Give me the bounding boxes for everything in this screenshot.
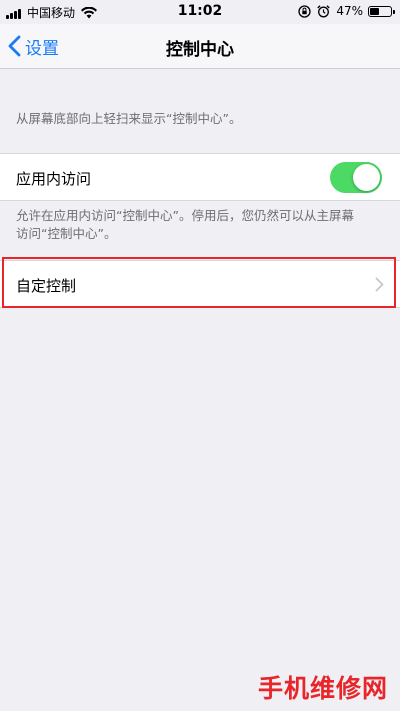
watermark: 手机维修网: [257, 674, 388, 703]
status-bar: 中国移动 11:02 47%: [0, 0, 400, 24]
in-app-note-line-2: 访问“控制中心”。: [16, 226, 117, 241]
alarm-icon: [317, 4, 331, 18]
highlight-box: [2, 257, 396, 308]
toggle-knob: [353, 164, 380, 191]
in-app-access-cell: 应用内访问: [0, 153, 400, 201]
intro-note: 从屏幕底部向上轻扫来显示“控制中心”。: [16, 111, 242, 126]
nav-bar: 设置 控制中心: [0, 24, 400, 69]
battery-percent: 47%: [336, 4, 363, 18]
in-app-note-line-1: 允许在应用内访问“控制中心”。停用后，您仍然可以从主屏幕: [16, 208, 354, 223]
in-app-note: 允许在应用内访问“控制中心”。停用后，您仍然可以从主屏幕 访问“控制中心”。: [16, 207, 354, 243]
battery-icon: [368, 5, 395, 17]
status-right: 47%: [298, 4, 395, 18]
page-title: 控制中心: [166, 40, 234, 60]
in-app-access-toggle[interactable]: [330, 162, 382, 193]
in-app-access-label: 应用内访问: [16, 170, 92, 188]
rotation-lock-icon: [298, 4, 311, 18]
